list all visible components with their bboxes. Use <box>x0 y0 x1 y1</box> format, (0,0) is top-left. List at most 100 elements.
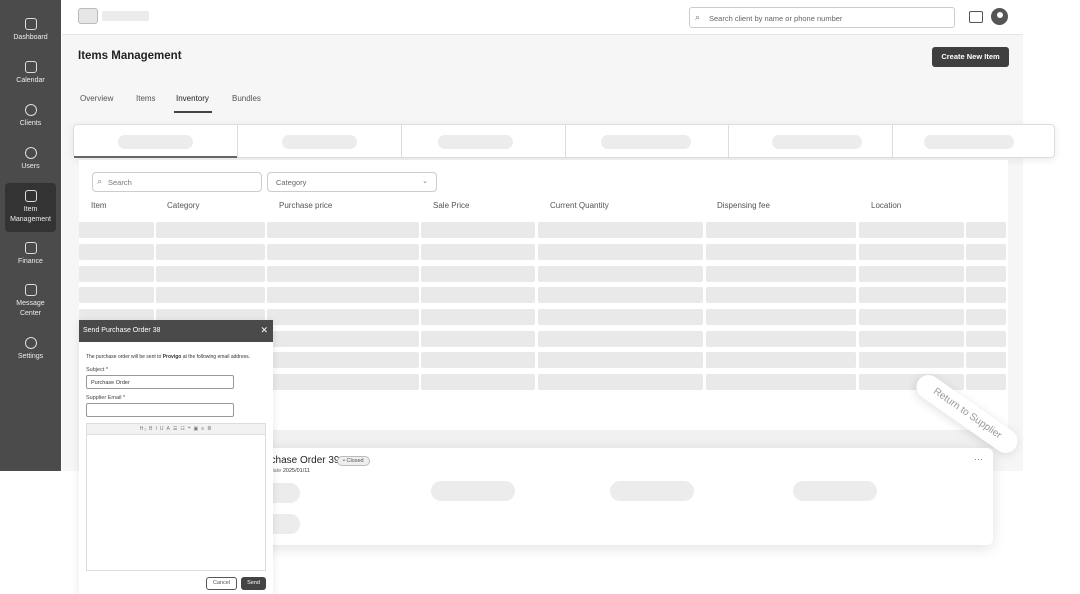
rich-text-editor[interactable]: H₂ B I U A ☰ ☷ ❝ ▣ ≡ ≣ <box>86 423 266 571</box>
divider <box>728 125 729 158</box>
table-cell-skeleton <box>156 287 265 303</box>
table-cell-skeleton <box>859 309 964 325</box>
table-cell-skeleton <box>267 309 419 325</box>
client-search-input[interactable]: ⌕ Search client by name or phone number <box>689 7 955 28</box>
chat-icon[interactable] <box>969 11 983 23</box>
table-cell-skeleton <box>421 266 535 282</box>
table-cell-skeleton <box>538 244 703 260</box>
stat-skeleton <box>601 135 691 149</box>
editor-tool-button[interactable]: ≡ <box>201 426 205 432</box>
table-cell-skeleton <box>156 222 265 238</box>
skeleton <box>431 481 515 501</box>
msg-prefix: The purchase order will be sent to <box>86 354 163 360</box>
table-cell-skeleton <box>706 222 856 238</box>
table-cell-skeleton <box>421 374 535 390</box>
table-cell-skeleton <box>267 352 419 368</box>
more-menu-icon[interactable]: ··· <box>974 454 983 464</box>
box-icon <box>24 190 37 202</box>
table-cell-skeleton <box>859 287 964 303</box>
table-cell-skeleton <box>267 244 419 260</box>
avatar-icon[interactable] <box>991 8 1008 25</box>
msg-suffix: at the following email address. <box>181 354 250 360</box>
message-icon <box>24 284 37 296</box>
table-cell-skeleton <box>421 309 535 325</box>
label: Clients <box>19 120 42 127</box>
editor-tool-button[interactable]: H₂ <box>140 426 148 432</box>
table-cell-skeleton <box>859 222 964 238</box>
sidebar-item-finance[interactable]: Finance <box>5 242 56 267</box>
table-cell-skeleton <box>421 331 535 347</box>
divider <box>237 125 238 158</box>
editor-tool-button[interactable]: ≣ <box>207 426 212 432</box>
sidebar-item-settings[interactable]: Settings <box>5 337 56 362</box>
table-cell-skeleton <box>966 244 1006 260</box>
column-header-sale-price[interactable]: Sale Price <box>433 201 469 210</box>
search-icon: ⌕ <box>97 176 103 186</box>
label: Users <box>21 163 40 170</box>
supplier-email-input[interactable] <box>86 403 234 417</box>
tab-inventory[interactable]: Inventory <box>176 94 209 103</box>
sidebar-item-item-management[interactable]: Item Management <box>5 183 56 232</box>
page-title: Items Management <box>78 50 182 62</box>
table-cell-skeleton <box>706 352 856 368</box>
column-header-current-quantity[interactable]: Current Quantity <box>550 201 609 210</box>
send-button[interactable]: Send <box>241 577 266 590</box>
editor-tool-button[interactable]: ☷ <box>180 426 185 432</box>
bank-icon <box>24 242 37 254</box>
stat-skeleton <box>438 135 513 149</box>
divider <box>401 125 402 158</box>
sidebar-item-users[interactable]: Users <box>5 147 56 172</box>
subject-input[interactable]: Purchase Order <box>86 375 234 389</box>
sidebar-item-dashboard[interactable]: Dashboard <box>5 18 56 43</box>
table-cell-skeleton <box>538 266 703 282</box>
editor-tool-button[interactable]: I <box>156 426 158 432</box>
editor-tool-button[interactable]: ▣ <box>194 426 200 432</box>
table-cell-skeleton <box>421 244 535 260</box>
column-header-dispensing-fee[interactable]: Dispensing fee <box>717 201 770 210</box>
column-header-location[interactable]: Location <box>871 201 901 210</box>
editor-tool-button[interactable]: ☰ <box>173 426 178 432</box>
tab-overview[interactable]: Overview <box>80 94 113 103</box>
active-tab-indicator <box>174 111 212 113</box>
table-cell-skeleton <box>267 222 419 238</box>
tab-bundles[interactable]: Bundles <box>232 94 261 103</box>
supplier-email-label: Supplier Email * <box>86 395 126 401</box>
table-cell-skeleton <box>267 374 419 390</box>
stat-skeleton <box>282 135 357 149</box>
column-header-purchase-price[interactable]: Purchase price <box>279 201 332 210</box>
table-cell-skeleton <box>156 244 265 260</box>
chevron-down-icon: ⌄ <box>422 178 428 185</box>
editor-tool-button[interactable]: ❝ <box>188 426 192 432</box>
column-header-category[interactable]: Category <box>167 201 199 210</box>
table-cell-skeleton <box>966 374 1006 390</box>
table-cell-skeleton <box>706 331 856 347</box>
table-cell-skeleton <box>421 352 535 368</box>
search-placeholder: Search client by name or phone number <box>709 14 843 23</box>
table-cell-skeleton <box>966 266 1006 282</box>
close-icon[interactable]: ✕ <box>260 325 268 336</box>
table-cell-skeleton <box>267 331 419 347</box>
label: Calendar <box>16 77 45 84</box>
tab-items[interactable]: Items <box>136 94 156 103</box>
table-cell-skeleton <box>706 244 856 260</box>
editor-tool-button[interactable]: B <box>149 426 153 432</box>
calendar-icon <box>24 61 37 73</box>
table-search-input[interactable]: ⌕ Search <box>92 172 262 192</box>
sidebar-item-calendar[interactable]: Calendar <box>5 61 56 86</box>
column-header-item[interactable]: Item <box>91 201 107 210</box>
sidebar-item-clients[interactable]: Clients <box>5 104 56 129</box>
label: Settings <box>17 353 44 360</box>
sidebar-item-message-center[interactable]: Message Center <box>5 284 56 319</box>
editor-tool-button[interactable]: A <box>167 426 171 432</box>
category-select[interactable]: Category ⌄ <box>267 172 437 192</box>
editor-tool-button[interactable]: U <box>160 426 165 432</box>
grid-icon <box>24 18 37 30</box>
table-cell-skeleton <box>156 266 265 282</box>
subject-label: Subject * <box>86 367 109 373</box>
cancel-button[interactable]: Cancel <box>206 577 237 590</box>
create-new-item-button[interactable]: Create New Item <box>932 47 1009 67</box>
sidebar: Dashboard Calendar Clients Users Item Ma… <box>0 0 61 471</box>
table-cell-skeleton <box>966 331 1006 347</box>
table-cell-skeleton <box>966 352 1006 368</box>
skeleton <box>610 481 694 501</box>
